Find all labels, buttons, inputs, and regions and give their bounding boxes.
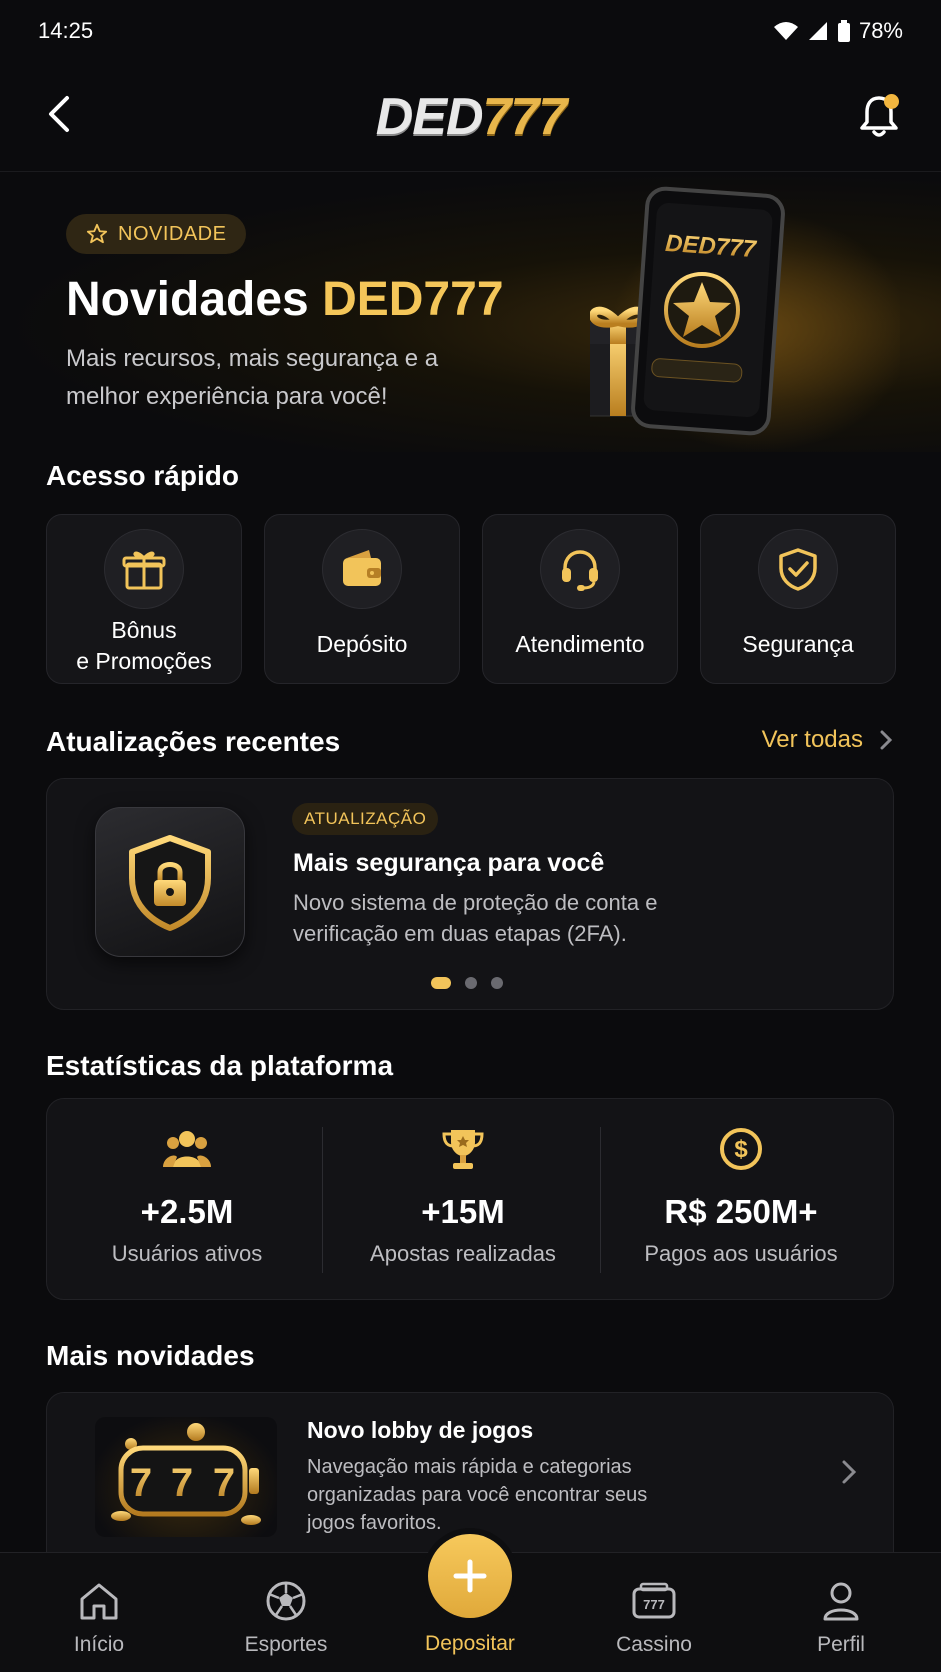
shield-check-icon: [779, 548, 817, 591]
security-image: [95, 807, 245, 957]
home-icon: [75, 1577, 123, 1625]
update-description: Novo sistema de proteção de conta e veri…: [293, 890, 658, 946]
stat-caption: Pagos aos usuários: [644, 1241, 838, 1266]
svg-text:$: $: [734, 1136, 748, 1163]
quick-access-icon-wrap: [540, 529, 620, 609]
recent-updates-title: Atualizações recentes: [46, 726, 341, 757]
chevron-right-icon: [842, 1460, 857, 1484]
carousel-pagination: [431, 977, 503, 989]
wallet-icon: [343, 550, 381, 586]
nav-label: Esportes: [244, 1633, 328, 1656]
nav-casino[interactable]: 777 Cassino: [579, 1553, 729, 1672]
plus-icon: [453, 1559, 487, 1593]
more-news-title: Mais novidades: [46, 1340, 255, 1371]
status-bar: 14:25 78%: [0, 0, 941, 62]
quick-access-label: Segurança: [742, 631, 854, 657]
notifications-button[interactable]: [857, 92, 901, 138]
quick-access-icon-wrap: [322, 529, 402, 609]
stat-caption: Apostas realizadas: [370, 1241, 556, 1266]
stat-value: +15M: [421, 1193, 505, 1230]
quick-access-bonus[interactable]: Bônus e Promoções: [46, 514, 242, 684]
update-title: Mais segurança para você: [293, 849, 605, 877]
carousel-dot[interactable]: [465, 977, 477, 989]
stats-card: +2.5M Usuários ativos +15M Apostas reali…: [46, 1098, 894, 1300]
app-screen: 14:25 78% DED 777 NOVIDADE Novidades DED7…: [0, 0, 941, 1672]
reel-2-symbol: 7: [171, 1461, 193, 1505]
logo-text-ded: DED: [375, 88, 484, 146]
quick-access-deposit[interactable]: Depósito: [264, 514, 460, 684]
headset-icon: [562, 550, 598, 591]
reel-1-symbol: 7: [130, 1461, 152, 1505]
gift-icon: [122, 551, 166, 590]
stat-payouts: $ R$ 250M+ Pagos aos usuários: [603, 1099, 879, 1301]
see-all-label: Ver todas: [761, 726, 863, 753]
stat-divider: [322, 1127, 323, 1273]
news-item-title: Novo lobby de jogos: [307, 1417, 534, 1443]
slot-machine-icon: 777: [630, 1577, 678, 1625]
user-icon: [817, 1577, 865, 1625]
nav-label: Perfil: [817, 1633, 865, 1656]
stats-title: Estatísticas da plataforma: [46, 1050, 394, 1081]
quick-access-title: Acesso rápido: [46, 460, 239, 491]
hero-title-brand: DED777: [322, 273, 504, 326]
stat-bets: +15M Apostas realizadas: [325, 1099, 601, 1301]
phone-gift-illustration: DED777: [590, 186, 900, 452]
trophy-icon: [439, 1125, 487, 1173]
stat-value: R$ 250M+: [664, 1193, 818, 1230]
chevron-right-icon: [880, 730, 893, 750]
stat-active-users: +2.5M Usuários ativos: [49, 1099, 325, 1301]
notification-dot: [884, 94, 899, 109]
nav-label: Início: [73, 1633, 125, 1656]
quick-access-label: Atendimento: [515, 631, 645, 657]
quick-access-support[interactable]: Atendimento: [482, 514, 678, 684]
quick-access-icon-wrap: [104, 529, 184, 609]
back-button[interactable]: [38, 92, 78, 136]
status-icons: 78%: [773, 18, 903, 44]
hero-title-text: Novidades: [66, 273, 323, 326]
quick-access-label: Depósito: [316, 631, 408, 657]
status-time: 14:25: [38, 18, 94, 43]
nav-sports[interactable]: Esportes: [211, 1553, 361, 1672]
stat-caption: Usuários ativos: [111, 1241, 263, 1266]
nav-home[interactable]: Início: [24, 1553, 174, 1672]
signal-icon: [808, 22, 827, 40]
badge-label: NOVIDADE: [118, 222, 227, 245]
nav-profile[interactable]: Perfil: [766, 1553, 916, 1672]
wifi-icon: [773, 22, 798, 40]
soccer-ball-icon: [262, 1577, 310, 1625]
star-outline-icon: [86, 223, 108, 244]
quick-access-icon-wrap: [758, 529, 838, 609]
reel-3-symbol: 7: [213, 1461, 235, 1505]
chevron-left-icon: [49, 96, 69, 132]
carousel-dot[interactable]: [491, 977, 503, 989]
hero-title: Novidades DED777: [66, 272, 504, 327]
shield-lock-icon: [129, 835, 211, 931]
hero-subtitle: Mais recursos, mais segurança e a melhor…: [66, 345, 439, 410]
quick-access-security[interactable]: Segurança: [700, 514, 896, 684]
see-all-link[interactable]: Ver todas: [762, 726, 893, 754]
update-carousel-card[interactable]: ATUALIZAÇÃO Mais segurança para você Nov…: [46, 778, 894, 1010]
news-item-description: Navegação mais rápida e categorias organ…: [307, 1456, 648, 1534]
stat-divider: [600, 1127, 601, 1273]
dollar-coin-icon: $: [717, 1125, 765, 1173]
brand-logo[interactable]: DED 777: [340, 82, 602, 152]
users-icon: [163, 1125, 211, 1173]
quick-access-label: Bônus e Promoções: [76, 617, 212, 674]
stat-value: +2.5M: [140, 1193, 234, 1230]
nav-label: Cassino: [616, 1633, 692, 1656]
carousel-dot-active[interactable]: [431, 977, 451, 989]
logo-text-777: 777: [482, 88, 568, 146]
update-badge: ATUALIZAÇÃO: [292, 803, 439, 835]
battery-level: 78%: [858, 18, 903, 43]
novidade-badge: NOVIDADE: [66, 214, 247, 254]
slot-machine-image: 7 7 7: [95, 1417, 277, 1537]
nav-label-deposit[interactable]: Depositar: [410, 1632, 530, 1656]
top-app-bar: DED 777: [0, 62, 941, 172]
slot-reels-illustration: 7 7 7: [111, 1423, 261, 1525]
deposit-fab-button[interactable]: [428, 1534, 512, 1618]
battery-icon: [837, 20, 850, 42]
slot-icon-text: 777: [643, 1597, 665, 1612]
hero-banner[interactable]: NOVIDADE Novidades DED777 Mais recursos,…: [0, 172, 941, 452]
